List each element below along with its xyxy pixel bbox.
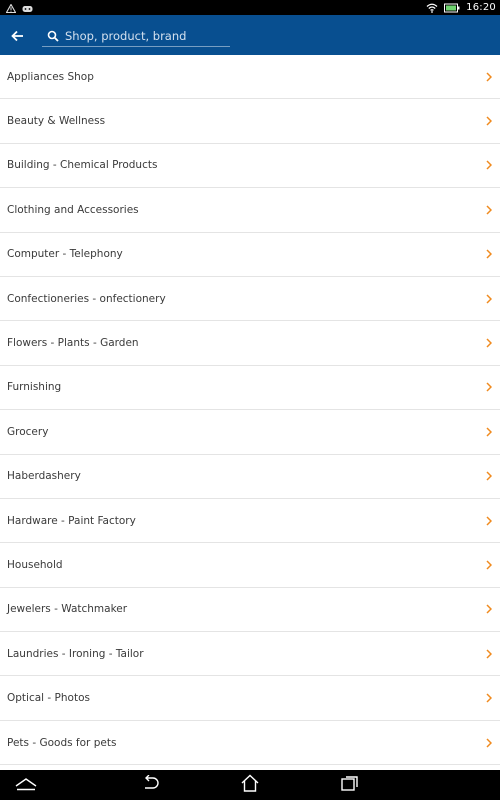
chevron-right-icon [485, 427, 493, 437]
list-item[interactable]: Hardware - Paint Factory [0, 498, 500, 544]
category-label: Household [7, 558, 63, 571]
category-label: Clothing and Accessories [7, 203, 139, 216]
navigation-bar [0, 770, 500, 800]
category-label: Jewelers - Watchmaker [7, 603, 128, 616]
chevron-right-icon [485, 471, 493, 481]
list-item[interactable]: Computer - Telephony [0, 232, 500, 277]
category-label: Computer - Telephony [7, 248, 123, 261]
list-item[interactable]: Flowers - Plants - Garden [0, 321, 500, 366]
chevron-right-icon [485, 160, 493, 170]
search-box[interactable] [42, 25, 230, 47]
status-bar: 16:20 [0, 0, 500, 15]
list-item[interactable]: Household [0, 543, 500, 588]
list-item[interactable]: Clothing and Accessories [0, 188, 500, 233]
chevron-right-icon [485, 604, 493, 614]
arrow-left-icon [10, 27, 24, 46]
chevron-right-icon [485, 516, 493, 526]
home-icon [240, 774, 260, 796]
category-label: Hardware - Paint Factory [7, 514, 136, 527]
category-list: Appliances Shop Beauty & Wellness Building… [0, 55, 500, 770]
list-item[interactable]: Laundries - Ironing - Tailor [0, 632, 500, 677]
chevron-right-icon [485, 649, 493, 659]
category-label: Pets - Goods for pets [7, 736, 117, 749]
app-bar [0, 15, 500, 55]
list-item[interactable]: Beauty & Wellness [0, 99, 500, 144]
chevron-right-icon [485, 738, 493, 748]
list-item[interactable]: Appliances Shop [0, 55, 500, 100]
category-label: Optical - Photos [7, 692, 90, 705]
list-item[interactable]: Haberdashery [0, 454, 500, 499]
screen: 16:20 Appliances Shop Beauty & Wellness Bu… [0, 0, 500, 800]
back-icon [140, 774, 160, 795]
list-item[interactable]: Optical - Photos [0, 676, 500, 721]
up-chevron-button[interactable] [12, 774, 40, 796]
chevron-right-icon [485, 249, 493, 259]
category-label: Beauty & Wellness [7, 115, 106, 128]
list-item[interactable]: Confectioneries - onfectionery [0, 276, 500, 322]
chevron-right-icon [485, 560, 493, 570]
category-label: Laundries - Ironing - Tailor [7, 647, 144, 660]
list-item[interactable]: Furnishing [0, 365, 500, 411]
search-icon [47, 29, 61, 43]
category-label: Confectioneries - onfectionery [7, 292, 166, 305]
category-label: Furnishing [7, 381, 62, 394]
category-label: Building - Chemical Products [7, 159, 158, 172]
category-label: Flowers - Plants - Garden [7, 337, 139, 350]
chevron-right-icon [485, 116, 493, 126]
search-input[interactable] [65, 25, 230, 46]
category-label: Appliances Shop [7, 70, 94, 83]
list-item[interactable]: Jewelers - Watchmaker [0, 587, 500, 633]
recent-apps-icon [341, 775, 359, 795]
home-nav-button[interactable] [237, 774, 263, 796]
status-time: 16:20 [466, 2, 496, 13]
list-item[interactable]: Pets - Goods for pets [0, 720, 500, 766]
back-nav-button[interactable] [137, 774, 163, 796]
list-item[interactable]: Grocery [0, 410, 500, 455]
chevron-right-icon [485, 205, 493, 215]
chevron-right-icon [485, 294, 493, 304]
back-button[interactable] [7, 26, 27, 46]
chevron-right-icon [485, 338, 493, 348]
category-label: Grocery [7, 425, 49, 438]
chevron-right-icon [485, 72, 493, 82]
category-label: Haberdashery [7, 470, 81, 483]
up-chevron-icon [14, 776, 38, 795]
recent-apps-button[interactable] [337, 774, 363, 796]
chevron-right-icon [485, 693, 493, 703]
list-item[interactable]: Building - Chemical Products [0, 143, 500, 189]
chevron-right-icon [485, 382, 493, 392]
